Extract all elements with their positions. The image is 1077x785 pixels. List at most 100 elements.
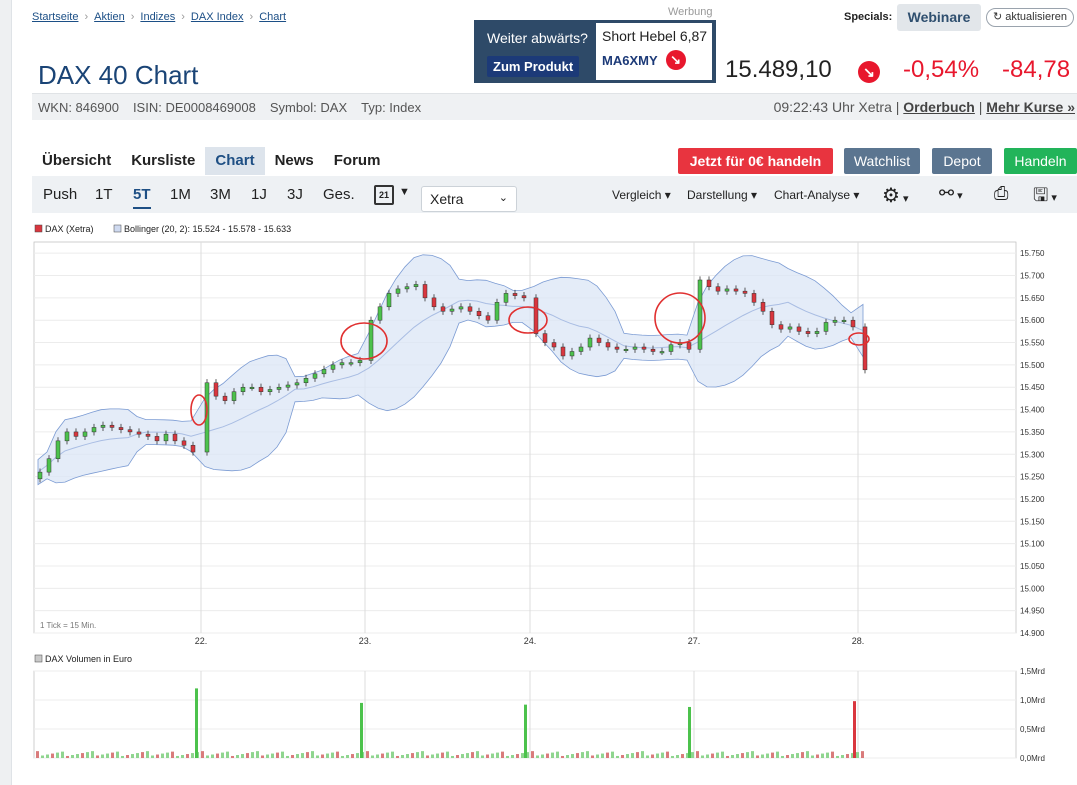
menu-darstellung[interactable]: Darstellung ▾ [687, 188, 757, 202]
volume-bar [171, 751, 174, 758]
volume-bar [86, 752, 89, 758]
volume-bar [821, 753, 824, 758]
range-3j[interactable]: 3J [287, 186, 303, 203]
volume-bar [131, 754, 134, 758]
volume-tick-label: 0,5Mrd [1020, 725, 1045, 734]
save-icon[interactable]: 🖫 ▾ [1033, 183, 1057, 213]
volume-bar [691, 752, 694, 758]
volume-bar [621, 755, 624, 758]
volume-spike [853, 701, 856, 758]
date-axis: 22. 23. 24. 27. 28. [195, 636, 865, 646]
breadcrumb-aktien[interactable]: Aktien [94, 11, 125, 23]
range-push[interactable]: Push [43, 186, 77, 203]
volume-bar [346, 755, 349, 758]
range-3m[interactable]: 3M [210, 186, 231, 203]
orderbook-link[interactable]: Orderbuch [903, 99, 975, 115]
candle-body [841, 319, 847, 322]
candle-body [769, 311, 775, 325]
calendar-icon[interactable]: 21 [374, 185, 394, 205]
ad-text: Weiter abwärts? [487, 30, 588, 46]
range-5t[interactable]: 5T [133, 186, 151, 209]
main-tabs: Übersicht Kursliste Chart News Forum [32, 147, 1077, 175]
volume-bar [446, 751, 449, 758]
breadcrumb-dax-index[interactable]: DAX Index [191, 11, 244, 23]
refresh-label: aktualisieren [1005, 11, 1068, 23]
volume-bar [216, 753, 219, 758]
caret-down-icon[interactable]: ▼ [399, 186, 410, 198]
candle-body [605, 342, 611, 348]
candle-body [533, 297, 539, 334]
candle-body [249, 386, 255, 389]
price-tick-label: 15.550 [1020, 339, 1045, 348]
volume-bar [726, 755, 729, 758]
breadcrumb-chart[interactable]: Chart [259, 11, 286, 23]
volume-bar [46, 754, 49, 758]
candle-body [751, 293, 757, 303]
print-icon[interactable]: ⎙ [994, 183, 1008, 204]
range-1t[interactable]: 1T [95, 186, 113, 203]
candle-body [724, 288, 730, 292]
volume-bar [151, 755, 154, 758]
price-tick-label: 15.200 [1020, 495, 1045, 504]
tick-note: 1 Tick = 15 Min. [40, 621, 96, 630]
volume-spike [360, 702, 363, 758]
candle-body [814, 331, 820, 334]
trade-free-button[interactable]: Jetzt für 0€ handeln [678, 148, 833, 174]
wkn: WKN: 846900 [38, 100, 119, 115]
range-1j[interactable]: 1J [251, 186, 267, 203]
candle-body [587, 337, 593, 348]
legend-swatch-dax [34, 224, 43, 233]
tab-uebersicht[interactable]: Übersicht [32, 147, 121, 175]
volume-bar [516, 754, 519, 758]
candle-body [422, 284, 428, 299]
type: Typ: Index [361, 100, 422, 115]
handeln-button[interactable]: Handeln [1004, 148, 1077, 174]
volume-bar [571, 754, 574, 758]
chart-area[interactable]: DAX (Xetra) Bollinger (20, 2): 15.524 - … [0, 215, 1077, 775]
ad-product-button[interactable]: Zum Produkt [487, 56, 580, 77]
indicators-icon[interactable]: ⚯ ▾ [939, 183, 963, 204]
range-1m[interactable]: 1M [170, 186, 191, 203]
watchlist-button[interactable]: Watchlist [844, 148, 920, 174]
candle-body [742, 290, 748, 294]
range-ges[interactable]: Ges. [323, 186, 355, 203]
settings-gear-icon[interactable]: ⚙ ▾ [882, 183, 909, 208]
volume-bar [246, 753, 249, 758]
candle-body [294, 382, 300, 386]
volume-bar [756, 755, 759, 758]
menu-chart-analyse[interactable]: Chart-Analyse ▾ [774, 188, 859, 202]
volume-bar [676, 755, 679, 758]
volume-bar [301, 753, 304, 758]
candle-body [258, 386, 264, 392]
price-tick-label: 15.300 [1020, 450, 1045, 459]
ad-banner[interactable]: Weiter abwärts? Zum Produkt Short Hebel … [474, 20, 716, 83]
breadcrumb-indizes[interactable]: Indizes [140, 11, 175, 23]
more-quotes-link[interactable]: Mehr Kurse » [986, 99, 1075, 115]
volume-bar [396, 755, 399, 758]
depot-button[interactable]: Depot [932, 148, 992, 174]
tab-chart[interactable]: Chart [205, 147, 265, 175]
price-tick-label: 15.600 [1020, 316, 1045, 325]
volume-bar [496, 752, 499, 758]
volume-bar [831, 751, 834, 758]
volume-spike [688, 706, 691, 758]
webinare-button[interactable]: Webinare [897, 4, 981, 31]
candle-body [357, 360, 363, 363]
volume-bar [711, 753, 714, 758]
volume-bar [211, 754, 214, 758]
refresh-button[interactable]: ↻ aktualisieren [986, 8, 1074, 27]
exchange-select[interactable]: Xetra ⌄ [421, 186, 517, 212]
volume-bar [531, 751, 534, 758]
volume-spike [195, 688, 198, 758]
menu-vergleich-label: Vergleich [612, 188, 662, 202]
volume-bar [201, 751, 204, 758]
tab-forum[interactable]: Forum [324, 147, 391, 175]
tab-kursliste[interactable]: Kursliste [121, 147, 205, 175]
menu-vergleich[interactable]: Vergleich ▾ [612, 188, 671, 202]
breadcrumb-startseite[interactable]: Startseite [32, 11, 78, 23]
candle-body [796, 326, 802, 332]
candle-body [190, 445, 196, 453]
candle-body [64, 431, 70, 442]
volume-bar [51, 753, 54, 758]
tab-news[interactable]: News [265, 147, 324, 175]
